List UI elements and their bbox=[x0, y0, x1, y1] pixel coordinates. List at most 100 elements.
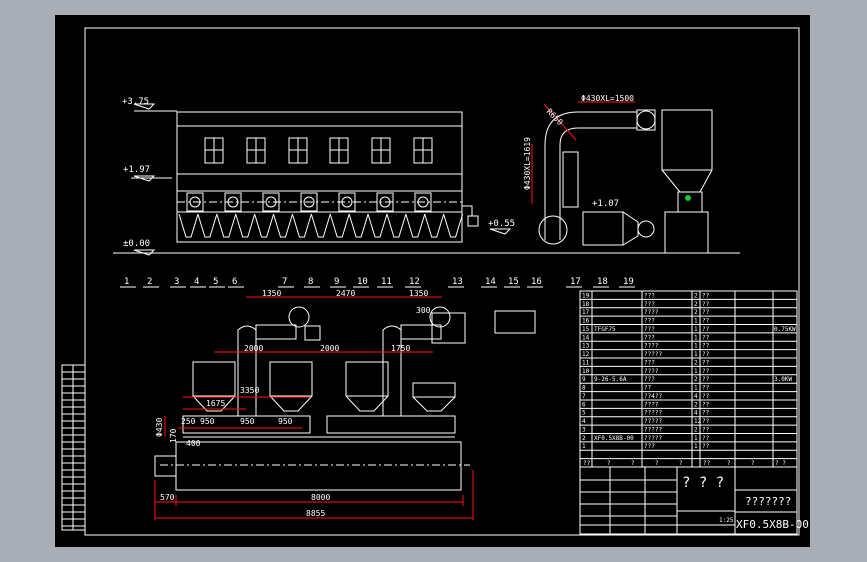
parts-name: ??? bbox=[644, 301, 655, 308]
callout-13: 13 bbox=[452, 277, 463, 287]
duct-horizontal-label: Φ430XL=1500 bbox=[581, 94, 634, 103]
elevation-ground: ±0.00 bbox=[123, 239, 150, 249]
company-name: ? ? ? bbox=[682, 475, 724, 491]
parts-name: ???? bbox=[644, 309, 659, 316]
parts-qty: 1 bbox=[694, 326, 698, 333]
parts-name: ????? bbox=[644, 418, 662, 425]
dim-d2000b: 2000 bbox=[320, 344, 339, 353]
parts-name: ????? bbox=[644, 426, 662, 433]
parts-no: 16 bbox=[582, 318, 590, 325]
parts-mat: ?? bbox=[702, 368, 710, 375]
dim-d170: 170 bbox=[169, 428, 178, 443]
parts-header: ? bbox=[679, 460, 683, 467]
parts-header: ?? bbox=[583, 460, 591, 467]
dim-d250: 250 bbox=[181, 417, 196, 426]
parts-name: ??? bbox=[644, 326, 655, 333]
parts-qty: 1 bbox=[694, 334, 698, 341]
parts-header: ? bbox=[607, 460, 611, 467]
callout-17: 17 bbox=[570, 277, 581, 287]
callout-8: 8 bbox=[308, 277, 313, 287]
dim-d300: 300 bbox=[416, 306, 431, 315]
duct-vertical-label: Φ430XL=1619 bbox=[523, 137, 532, 190]
parts-header: ? bbox=[655, 460, 659, 467]
parts-no: 15 bbox=[582, 326, 590, 333]
green-marker bbox=[685, 195, 691, 201]
parts-no: 12 bbox=[582, 351, 590, 358]
elevation-mid: +1.97 bbox=[123, 165, 150, 175]
parts-name: ??? bbox=[644, 443, 655, 450]
parts-no: 18 bbox=[582, 301, 590, 308]
callout-12: 12 bbox=[409, 277, 420, 287]
parts-name: ??? bbox=[644, 359, 655, 366]
callout-9: 9 bbox=[334, 277, 339, 287]
callout-6: 6 bbox=[232, 277, 237, 287]
parts-qty: 1 bbox=[694, 385, 698, 392]
parts-no: 8 bbox=[582, 385, 586, 392]
cad-drawing: +3.75 +1.97 ±0.00 +0.55 Φ430XL=1500 Φ430… bbox=[55, 15, 810, 547]
parts-qty: 2 bbox=[694, 376, 698, 383]
parts-mat: ?? bbox=[702, 343, 710, 350]
parts-qty: 2 bbox=[694, 401, 698, 408]
parts-mat: ?? bbox=[702, 376, 710, 383]
parts-no: 6 bbox=[582, 401, 586, 408]
parts-qty: 1 bbox=[694, 343, 698, 350]
elevation-top: +3.75 bbox=[122, 97, 149, 107]
dim-d2000a: 2000 bbox=[244, 344, 263, 353]
callout-4: 4 bbox=[194, 277, 199, 287]
dim-d950b: 950 bbox=[240, 417, 255, 426]
parts-mat: ?? bbox=[702, 334, 710, 341]
callout-14: 14 bbox=[485, 277, 496, 287]
callout-3: 3 bbox=[174, 277, 179, 287]
callout-2: 2 bbox=[147, 277, 152, 287]
parts-no: 5 bbox=[582, 410, 586, 417]
parts-name: ??? bbox=[644, 318, 655, 325]
dim-d8855: 8855 bbox=[306, 509, 325, 518]
dim-d2470: 2470 bbox=[336, 289, 355, 298]
parts-name: ??4?? bbox=[644, 393, 662, 400]
parts-qty: 4 bbox=[694, 410, 698, 417]
parts-name: ????? bbox=[644, 410, 662, 417]
parts-qty: 12 bbox=[694, 418, 702, 425]
parts-mat: ?? bbox=[702, 393, 710, 400]
parts-name: ??? bbox=[644, 376, 655, 383]
dim-d430: Φ430 bbox=[155, 418, 164, 437]
callout-10: 10 bbox=[357, 277, 368, 287]
parts-qty: 2 bbox=[694, 301, 698, 308]
parts-code: 9-26-5.6A bbox=[594, 376, 627, 383]
dim-d1350b: 1350 bbox=[409, 289, 428, 298]
parts-no: 3 bbox=[582, 426, 586, 433]
parts-name: ???? bbox=[644, 343, 659, 350]
parts-no: 11 bbox=[582, 359, 590, 366]
dim-d950a: 950 bbox=[200, 417, 215, 426]
parts-qty: 1 bbox=[694, 435, 698, 442]
callout-16: 16 bbox=[531, 277, 542, 287]
parts-code: TFGF75 bbox=[594, 326, 616, 333]
parts-mat: ?? bbox=[702, 318, 710, 325]
dim-d570: 570 bbox=[160, 493, 175, 502]
parts-header: ?? bbox=[703, 460, 711, 467]
parts-qty: 2 bbox=[694, 309, 698, 316]
dim-d1350a: 1350 bbox=[262, 289, 281, 298]
parts-no: 7 bbox=[582, 393, 586, 400]
parts-code: XF0.5X8B-00 bbox=[594, 435, 634, 442]
parts-name: ?? bbox=[644, 385, 652, 392]
parts-no: 14 bbox=[582, 334, 590, 341]
drawing-name: ??????? bbox=[745, 495, 791, 508]
elevation-fan: +1.07 bbox=[592, 199, 619, 209]
parts-header: ? bbox=[751, 460, 755, 467]
parts-qty: 2 bbox=[694, 426, 698, 433]
parts-mat: ?? bbox=[702, 301, 710, 308]
drawing-number: XF0.5X8B-00 bbox=[736, 518, 809, 531]
parts-qty: 1 bbox=[694, 351, 698, 358]
parts-qty: 1 bbox=[694, 368, 698, 375]
callout-7: 7 bbox=[282, 277, 287, 287]
elevation-outlet: +0.55 bbox=[488, 219, 515, 229]
parts-name: ????? bbox=[644, 435, 662, 442]
parts-mat: ?? bbox=[702, 435, 710, 442]
callout-5: 5 bbox=[213, 277, 218, 287]
dim-d950c: 950 bbox=[278, 417, 293, 426]
dim-d1750: 1750 bbox=[391, 344, 410, 353]
parts-name: ????? bbox=[644, 351, 662, 358]
dim-d1675: 1675 bbox=[206, 399, 225, 408]
parts-mat: ?? bbox=[702, 401, 710, 408]
